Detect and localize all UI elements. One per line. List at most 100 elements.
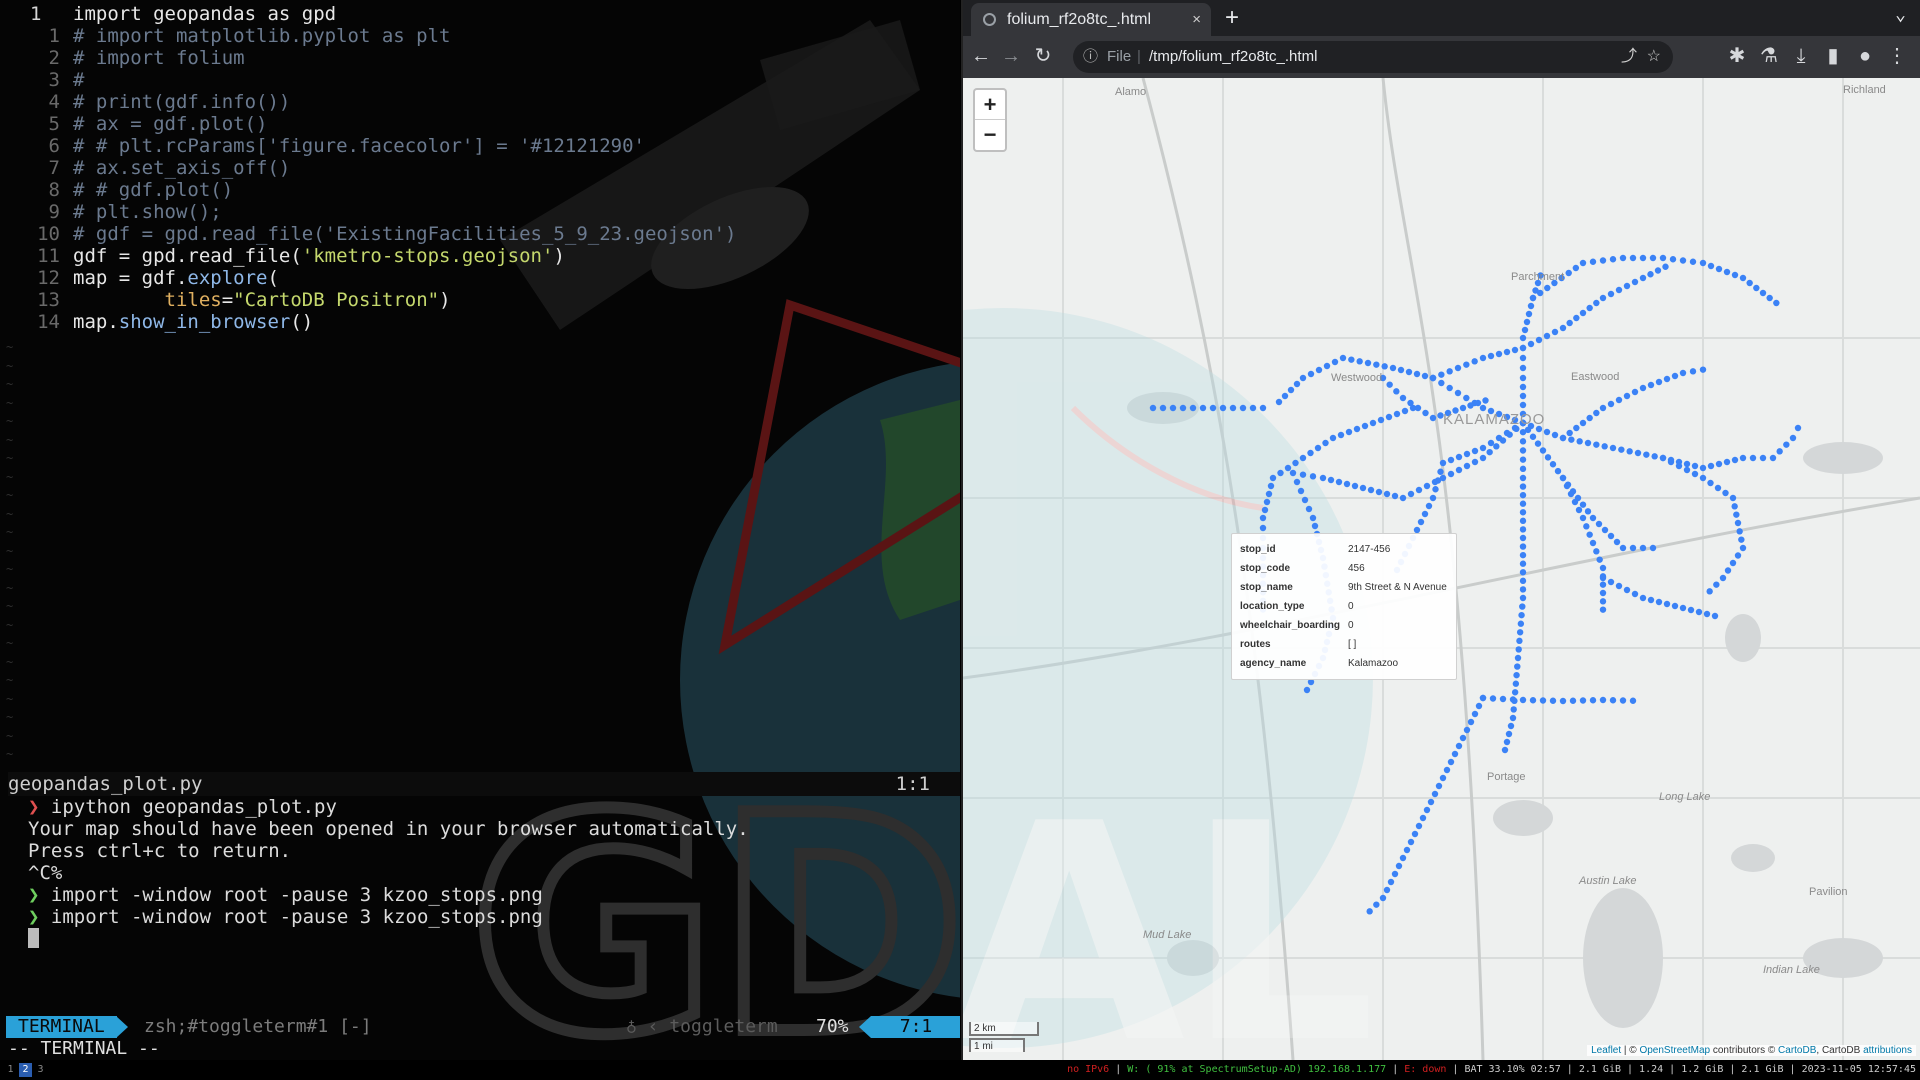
- bus-stop-marker[interactable]: [1669, 256, 1677, 263]
- bus-stop-marker[interactable]: [1515, 646, 1522, 653]
- bus-stop-marker[interactable]: [1475, 702, 1483, 710]
- bus-stop-marker[interactable]: [1455, 466, 1463, 474]
- bus-stop-marker[interactable]: [1733, 511, 1740, 518]
- bus-stop-marker[interactable]: [1647, 596, 1655, 604]
- bus-stop-marker[interactable]: [1573, 424, 1580, 432]
- bus-stop-marker[interactable]: [1429, 414, 1437, 422]
- bus-stop-marker[interactable]: [1549, 697, 1557, 704]
- bus-stop-marker[interactable]: [1563, 482, 1571, 490]
- bus-stop-marker[interactable]: [1519, 543, 1527, 550]
- bus-stop-marker[interactable]: [1415, 822, 1423, 830]
- bus-stop-marker[interactable]: [1519, 401, 1527, 409]
- browser-window[interactable]: folium_rf2o8tc_.html × + ⌄ ← → ↻ ⓘ File …: [961, 0, 1920, 1060]
- bus-stop-marker[interactable]: [1505, 730, 1513, 738]
- bus-stop-marker[interactable]: [1565, 269, 1572, 277]
- bus-stop-marker[interactable]: [1607, 290, 1615, 298]
- bus-stop-marker[interactable]: [1427, 798, 1435, 806]
- bus-stop-marker[interactable]: [1443, 766, 1451, 774]
- leaflet-link[interactable]: Leaflet: [1591, 1045, 1621, 1056]
- bus-stop-marker[interactable]: [1589, 514, 1597, 522]
- bus-stop-marker[interactable]: [1647, 271, 1654, 278]
- bus-stop-marker[interactable]: [1713, 581, 1720, 588]
- bus-stop-marker[interactable]: [1519, 392, 1527, 400]
- bus-stop-marker[interactable]: [1715, 460, 1723, 468]
- bus-stop-marker[interactable]: [1567, 490, 1575, 498]
- bus-stop-marker[interactable]: [1339, 354, 1347, 362]
- bus-stop-marker[interactable]: [1722, 489, 1729, 497]
- bus-stop-marker[interactable]: [1519, 456, 1527, 463]
- bus-stop-marker[interactable]: [1579, 514, 1587, 522]
- bus-stop-marker[interactable]: [1655, 378, 1663, 386]
- bus-stop-marker[interactable]: [1292, 459, 1299, 467]
- site-info-icon[interactable]: ⓘ: [1083, 41, 1098, 73]
- bus-stop-marker[interactable]: [1259, 514, 1267, 522]
- bus-stop-marker[interactable]: [1489, 695, 1497, 702]
- bus-stop-marker[interactable]: [1691, 470, 1699, 478]
- bus-stop-marker[interactable]: [1586, 414, 1593, 422]
- bus-stop-marker[interactable]: [1559, 434, 1567, 442]
- bus-stop-marker[interactable]: [1739, 274, 1747, 282]
- bus-stop-marker[interactable]: [1407, 399, 1414, 407]
- bus-stop-marker[interactable]: [1699, 474, 1707, 482]
- bus-stop-marker[interactable]: [1287, 386, 1295, 394]
- bus-stop-marker[interactable]: [1386, 381, 1393, 388]
- osm-link[interactable]: OpenStreetMap: [1639, 1045, 1710, 1056]
- bus-stop-marker[interactable]: [1599, 589, 1607, 597]
- bus-stop-marker[interactable]: [1303, 686, 1311, 694]
- bus-stop-marker[interactable]: [1738, 536, 1745, 543]
- bus-stop-marker[interactable]: [1519, 447, 1527, 454]
- bus-stop-marker[interactable]: [1539, 447, 1547, 454]
- bus-stop-marker[interactable]: [1149, 404, 1157, 412]
- bus-stop-marker[interactable]: [1527, 302, 1535, 310]
- bus-stop-marker[interactable]: [1519, 364, 1527, 372]
- bus-stop-marker[interactable]: [1307, 449, 1314, 457]
- bus-stop-marker[interactable]: [1631, 388, 1639, 396]
- bus-stop-marker[interactable]: [1639, 594, 1647, 602]
- bus-stop-marker[interactable]: [1335, 478, 1343, 486]
- bus-stop-marker[interactable]: [1583, 523, 1590, 530]
- bus-stop-marker[interactable]: [1229, 404, 1237, 412]
- bus-stop-marker[interactable]: [1277, 469, 1284, 477]
- bus-stop-marker[interactable]: [1729, 494, 1737, 502]
- bus-stop-marker[interactable]: [1486, 448, 1493, 456]
- bus-stop-marker[interactable]: [1572, 264, 1580, 272]
- bus-stop-marker[interactable]: [1514, 654, 1522, 662]
- bus-stop-marker[interactable]: [1707, 479, 1714, 487]
- bus-stop-marker[interactable]: [1629, 697, 1637, 704]
- bus-stop-marker[interactable]: [1529, 433, 1537, 440]
- bus-stop-marker[interactable]: [1566, 429, 1573, 437]
- bus-stop-marker[interactable]: [1421, 510, 1429, 518]
- bus-stop-marker[interactable]: [1364, 359, 1372, 367]
- editor-pane[interactable]: GDAL 1import geopandas as gpd1# import m…: [0, 0, 960, 1060]
- bus-stop-marker[interactable]: [1695, 608, 1703, 616]
- bus-stop-marker[interactable]: [1467, 718, 1475, 726]
- bus-stop-marker[interactable]: [1699, 366, 1707, 373]
- bus-stop-marker[interactable]: [1366, 908, 1373, 915]
- bus-stop-marker[interactable]: [1519, 483, 1527, 490]
- bus-stop-marker[interactable]: [1527, 340, 1535, 348]
- bus-stop-marker[interactable]: [1759, 454, 1767, 462]
- bus-stop-marker[interactable]: [1431, 790, 1439, 798]
- bus-stop-marker[interactable]: [1455, 453, 1463, 461]
- bus-stop-marker[interactable]: [1519, 560, 1527, 567]
- bus-stop-marker[interactable]: [1471, 447, 1479, 455]
- bus-stop-marker[interactable]: [1474, 399, 1482, 407]
- bus-stop-marker[interactable]: [1715, 265, 1723, 273]
- bus-stop-marker[interactable]: [1434, 477, 1442, 484]
- bus-stop-marker[interactable]: [1607, 400, 1615, 408]
- bus-stop-marker[interactable]: [1649, 544, 1657, 552]
- bus-stop-marker[interactable]: [1337, 431, 1345, 439]
- bus-stop-marker[interactable]: [1724, 567, 1732, 574]
- bus-stop-marker[interactable]: [1699, 464, 1707, 472]
- forward-icon[interactable]: →: [997, 42, 1025, 70]
- zoom-out-button[interactable]: −: [975, 120, 1005, 150]
- bus-stop-marker[interactable]: [1589, 697, 1597, 704]
- bus-stop-marker[interactable]: [1629, 254, 1637, 262]
- bus-stop-marker[interactable]: [1579, 419, 1587, 427]
- back-icon[interactable]: ←: [967, 42, 995, 70]
- side-panel-icon[interactable]: ▮: [1819, 42, 1847, 70]
- bus-stop-marker[interactable]: [1739, 454, 1747, 462]
- bus-stop-marker[interactable]: [1375, 488, 1383, 496]
- bus-stop-marker[interactable]: [1299, 454, 1307, 462]
- bus-stop-marker[interactable]: [1551, 431, 1559, 439]
